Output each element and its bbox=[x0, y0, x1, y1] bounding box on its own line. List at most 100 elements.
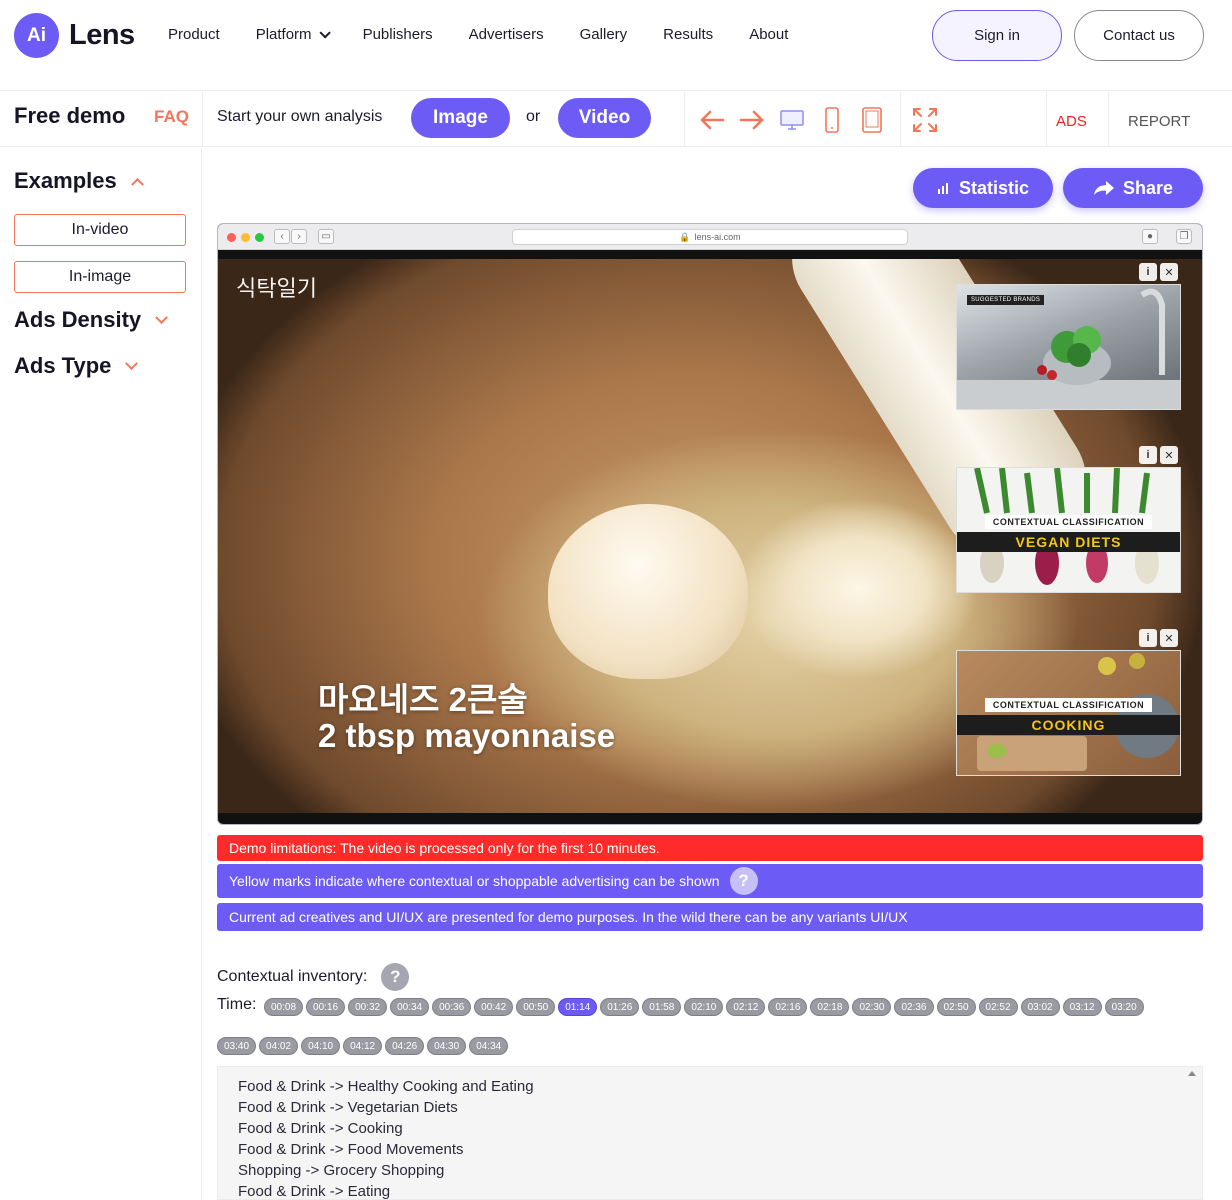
faq-link[interactable]: FAQ bbox=[154, 107, 189, 127]
demo-limitation-text: Demo limitations: The video is processed… bbox=[229, 840, 660, 856]
divider bbox=[202, 92, 203, 147]
desktop-icon[interactable] bbox=[778, 106, 806, 134]
info-icon[interactable]: i bbox=[1139, 446, 1157, 464]
time-chip[interactable]: 00:16 bbox=[306, 998, 346, 1016]
examples-toggle[interactable]: Examples bbox=[14, 168, 144, 194]
tab-report[interactable]: REPORT bbox=[1128, 113, 1190, 130]
contact-us-button[interactable]: Contact us bbox=[1074, 10, 1204, 61]
time-chip[interactable]: 02:52 bbox=[978, 998, 1018, 1016]
top-navigation: Ai Lens Product Platform Publishers Adve… bbox=[0, 0, 1232, 91]
info-icon[interactable]: i bbox=[1139, 629, 1157, 647]
time-chip[interactable]: 04:12 bbox=[343, 1037, 383, 1055]
time-chip[interactable]: 02:18 bbox=[810, 998, 850, 1016]
close-icon[interactable]: ✕ bbox=[1160, 263, 1178, 281]
browser-forward-icon: › bbox=[291, 229, 307, 244]
divider bbox=[1046, 92, 1047, 147]
inventory-item: Food & Drink -> Eating bbox=[238, 1183, 391, 1200]
in-image-button[interactable]: In-image bbox=[14, 261, 186, 293]
time-chip[interactable]: 03:40 bbox=[217, 1037, 257, 1055]
ads-type-toggle[interactable]: Ads Type bbox=[14, 353, 139, 379]
time-chip[interactable]: 02:10 bbox=[684, 998, 724, 1016]
logo-badge: Ai bbox=[14, 13, 59, 58]
time-chip[interactable]: 04:34 bbox=[469, 1037, 509, 1055]
or-text: or bbox=[526, 108, 541, 125]
time-chip[interactable]: 00:32 bbox=[348, 998, 388, 1016]
time-chip[interactable]: 04:30 bbox=[427, 1037, 467, 1055]
time-chip[interactable]: 00:36 bbox=[432, 998, 472, 1016]
time-chip[interactable]: 02:50 bbox=[936, 998, 976, 1016]
lock-icon: 🔒 bbox=[679, 231, 691, 242]
time-chip[interactable]: 04:02 bbox=[259, 1037, 299, 1055]
time-chip[interactable]: 00:42 bbox=[474, 998, 514, 1016]
subtitle-english: 2 tbsp mayonnaise bbox=[318, 717, 616, 754]
menu-item-about[interactable]: About bbox=[749, 26, 788, 43]
time-chip[interactable]: 04:10 bbox=[301, 1037, 341, 1055]
time-chip[interactable]: 02:36 bbox=[894, 998, 934, 1016]
time-chip[interactable]: 04:26 bbox=[385, 1037, 425, 1055]
ad-controls: i ✕ bbox=[1136, 263, 1178, 281]
phone-icon[interactable] bbox=[818, 106, 846, 134]
inventory-item: Food & Drink -> Healthy Cooking and Eati… bbox=[238, 1078, 534, 1095]
video-player[interactable]: 식탁일기 마요네즈 2큰술 2 tbsp mayonnaise i ✕ SUGG… bbox=[218, 259, 1202, 813]
image-analysis-button[interactable]: Image bbox=[411, 98, 510, 138]
ad-classification: CONTEXTUAL CLASSIFICATION COOKING bbox=[957, 695, 1180, 735]
examples-label: Examples bbox=[14, 168, 117, 193]
ad-suggested-brands[interactable]: SUGGESTED BRANDS bbox=[956, 284, 1181, 410]
sign-in-button[interactable]: Sign in bbox=[932, 10, 1062, 61]
time-chip[interactable]: 02:12 bbox=[726, 998, 766, 1016]
menu-item-advertisers[interactable]: Advertisers bbox=[469, 26, 544, 43]
time-chips-row: 03:40 04:02 04:10 04:12 04:26 04:30 04:34 bbox=[217, 1037, 511, 1055]
demo-toolbar: Free demo FAQ Start your own analysis Im… bbox=[0, 92, 1232, 147]
in-video-button[interactable]: In-video bbox=[14, 214, 186, 246]
ad-vegan-diets[interactable]: CONTEXTUAL CLASSIFICATION VEGAN DIETS bbox=[956, 467, 1181, 593]
info-icon[interactable]: i bbox=[1139, 263, 1157, 281]
inventory-item: Food & Drink -> Food Movements bbox=[238, 1141, 464, 1158]
mayonnaise-dollop-image bbox=[548, 504, 748, 679]
main-menu: Product Platform Publishers Advertisers … bbox=[168, 26, 824, 43]
time-chip[interactable]: 00:08 bbox=[264, 998, 304, 1016]
inventory-list-box[interactable]: Food & Drink -> Healthy Cooking and Eati… bbox=[217, 1066, 1203, 1200]
scroll-up-icon[interactable] bbox=[1188, 1071, 1196, 1076]
video-analysis-button[interactable]: Video bbox=[558, 98, 651, 138]
menu-item-platform[interactable]: Platform bbox=[256, 26, 331, 43]
menu-item-results[interactable]: Results bbox=[663, 26, 713, 43]
browser-back-icon: ‹ bbox=[274, 229, 290, 244]
arrow-left-icon[interactable] bbox=[698, 106, 726, 134]
logo-text: Lens bbox=[69, 19, 135, 51]
ad-cooking[interactable]: CONTEXTUAL CLASSIFICATION COOKING bbox=[956, 650, 1181, 776]
menu-item-publishers[interactable]: Publishers bbox=[363, 26, 433, 43]
chevron-down-icon bbox=[319, 26, 331, 39]
close-icon[interactable]: ✕ bbox=[1160, 446, 1178, 464]
close-icon[interactable]: ✕ bbox=[1160, 629, 1178, 647]
time-chip[interactable]: 03:02 bbox=[1020, 998, 1060, 1016]
help-icon[interactable]: ? bbox=[729, 867, 758, 895]
creatives-notice: Current ad creatives and UI/UX are prese… bbox=[217, 903, 1203, 931]
browser-preview: ‹ › ▭ 🔒 lens-ai.com ● ❐ 식탁일기 마요네즈 2큰술 2 … bbox=[217, 223, 1203, 825]
time-chip[interactable]: 03:12 bbox=[1062, 998, 1102, 1016]
statistic-button[interactable]: Statistic bbox=[913, 168, 1053, 208]
time-chip[interactable]: 02:30 bbox=[852, 998, 892, 1016]
download-icon: ● bbox=[1142, 229, 1158, 244]
divider bbox=[684, 92, 685, 147]
time-chip[interactable]: 00:34 bbox=[390, 998, 430, 1016]
fullscreen-icon[interactable] bbox=[911, 106, 939, 134]
inventory-item: Food & Drink -> Cooking bbox=[238, 1120, 403, 1137]
help-icon[interactable]: ? bbox=[381, 963, 410, 991]
logo[interactable]: Ai Lens bbox=[14, 13, 135, 58]
contextual-inventory-title: Contextual inventory: ? bbox=[217, 963, 410, 991]
sidebar-toggle-icon: ▭ bbox=[318, 229, 334, 244]
browser-chrome: ‹ › ▭ 🔒 lens-ai.com ● ❐ bbox=[218, 224, 1202, 250]
time-chip[interactable]: 03:20 bbox=[1104, 998, 1144, 1016]
arrow-right-icon[interactable] bbox=[738, 106, 766, 134]
tab-ads[interactable]: ADS bbox=[1056, 113, 1087, 130]
time-chip[interactable]: 01:58 bbox=[642, 998, 682, 1016]
time-chip[interactable]: 02:16 bbox=[768, 998, 808, 1016]
time-chip[interactable]: 00:50 bbox=[516, 998, 556, 1016]
menu-item-gallery[interactable]: Gallery bbox=[580, 26, 628, 43]
time-chip[interactable]: 01:26 bbox=[600, 998, 640, 1016]
tablet-icon[interactable] bbox=[858, 106, 886, 134]
ads-density-toggle[interactable]: Ads Density bbox=[14, 307, 169, 333]
time-chip[interactable]: 01:14 bbox=[558, 998, 598, 1016]
menu-item-product[interactable]: Product bbox=[168, 26, 220, 43]
share-button[interactable]: Share bbox=[1063, 168, 1203, 208]
